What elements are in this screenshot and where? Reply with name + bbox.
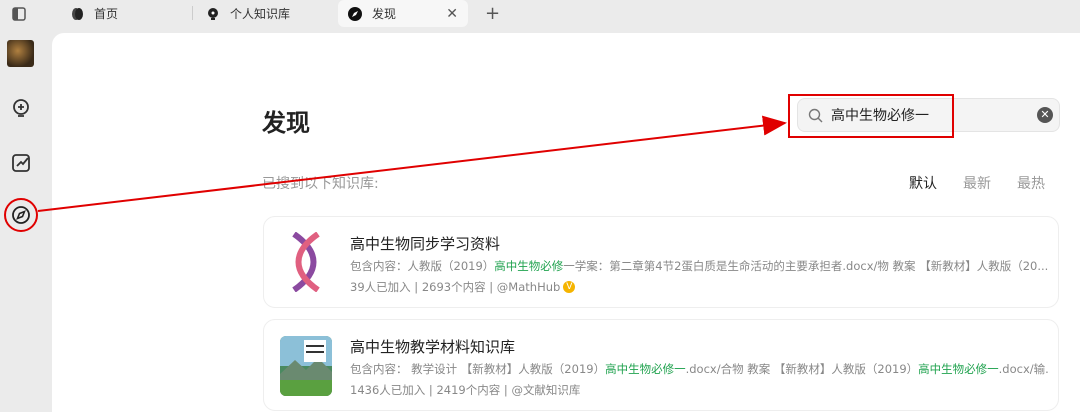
desc-text: 包含内容：人教版（2019）	[350, 259, 495, 273]
tab-label: 个人知识库	[230, 7, 291, 21]
bulb-icon	[208, 7, 218, 20]
kb-card[interactable]: 高中生物教学材料知识库 包含内容： 教学设计 【新教材】人教版（2019）高中生…	[263, 319, 1059, 411]
sidebar-toggle-icon[interactable]	[12, 7, 26, 21]
members-count: 1436人已加入	[350, 383, 426, 397]
clear-search-icon[interactable]: ✕	[1037, 107, 1053, 123]
search-input[interactable]	[831, 107, 1021, 123]
sidebar	[0, 33, 52, 412]
kb-meta: 39人已加入 | 2693个内容 | @MathHub V	[350, 279, 576, 295]
desc-text: 一学案：第二章第4节2蛋白质是生命活动的主要承担者.docx/物 教案 【新教材…	[563, 259, 1049, 273]
results-label: 已搜到以下知识库:	[262, 176, 379, 192]
dna-logo	[280, 232, 332, 292]
search-box[interactable]: ✕	[797, 98, 1060, 132]
members-count: 39人已加入	[350, 280, 411, 294]
tab-divider	[192, 6, 193, 20]
desc-highlight: 高中生物必修	[494, 259, 564, 273]
new-tab-icon[interactable]: +	[485, 3, 500, 24]
search-icon	[808, 108, 823, 122]
tab-home[interactable]: 首页	[70, 0, 118, 27]
kb-title: 高中生物同步学习资料	[350, 235, 501, 253]
close-tab-icon[interactable]: ✕	[446, 6, 458, 22]
desc-highlight: 高中生物必修一	[918, 362, 999, 376]
kb-card[interactable]: 高中生物同步学习资料 包含内容：人教版（2019）高中生物必修一学案：第二章第4…	[263, 216, 1059, 308]
verified-badge-icon: V	[563, 281, 576, 293]
tab-personal-kb[interactable]: 个人知识库	[206, 0, 290, 27]
compass-icon[interactable]	[9, 203, 33, 227]
compass-icon	[348, 6, 362, 21]
edit-chart-icon[interactable]	[9, 151, 33, 175]
desc-text: 包含内容： 教学设计 【新教材】人教版（2019）	[350, 362, 606, 376]
author-link[interactable]: @MathHub	[497, 280, 561, 294]
desc-text: .docx/输...	[998, 362, 1050, 376]
desc-highlight: 高中生物必修一	[605, 362, 686, 376]
tab-label: 发现	[372, 7, 397, 21]
bulb-icon[interactable]	[9, 97, 33, 121]
sort-newest[interactable]: 最新	[963, 173, 991, 193]
kb-meta: 1436人已加入 | 2419个内容 | @文献知识库	[350, 382, 581, 398]
content-count: 2419个内容	[436, 383, 501, 397]
desc-text: .docx/合物 教案 【新教材】人教版（2019）	[685, 362, 919, 376]
textbook-cover	[280, 336, 332, 396]
main-content: 发现 ✕ 已搜到以下知识库: 默认 最新 最热 高中生物同步学习资料 包含内容：…	[52, 33, 1080, 412]
home-orb-icon	[72, 7, 83, 20]
kb-description: 包含内容：人教版（2019）高中生物必修一学案：第二章第4节2蛋白质是生命活动的…	[350, 258, 1050, 274]
avatar[interactable]	[7, 40, 34, 67]
kb-description: 包含内容： 教学设计 【新教材】人教版（2019）高中生物必修一.docx/合物…	[350, 361, 1050, 377]
tab-bar: 首页 个人知识库 发现 ✕ +	[0, 0, 1080, 33]
page-title: 发现	[262, 109, 310, 137]
sort-hottest[interactable]: 最热	[1017, 173, 1045, 193]
kb-title: 高中生物教学材料知识库	[350, 338, 516, 356]
tab-discover[interactable]: 发现 ✕	[338, 0, 468, 27]
content-count: 2693个内容	[421, 280, 486, 294]
tab-label: 首页	[94, 7, 119, 21]
sort-default[interactable]: 默认	[909, 173, 937, 193]
author-link[interactable]: @文献知识库	[511, 382, 580, 398]
